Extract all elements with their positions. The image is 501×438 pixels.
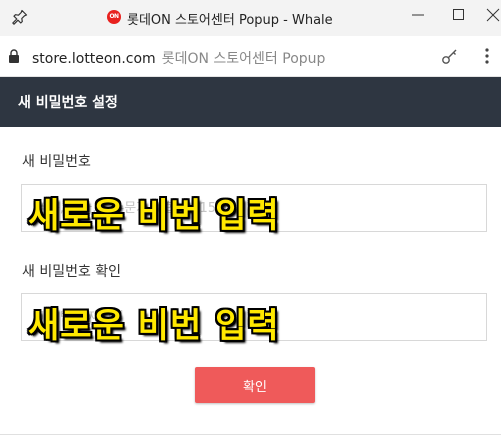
window-bottom-edge (0, 434, 501, 435)
close-icon[interactable] (482, 4, 501, 26)
maximize-icon[interactable] (448, 4, 470, 26)
new-password-label: 새 비밀번호 (22, 154, 91, 170)
confirm-password-input[interactable] (21, 293, 487, 341)
dialog-header: 새 비밀번호 설정 (0, 77, 501, 127)
new-password-input[interactable] (21, 184, 487, 232)
dialog-title: 새 비밀번호 설정 (18, 95, 118, 111)
url-domain: store.lotteon.com (32, 51, 156, 67)
address-bar: store.lotteon.com 롯데ON 스토어센터 Popup (0, 36, 501, 77)
lock-icon[interactable] (8, 49, 20, 63)
url-text[interactable]: store.lotteon.com 롯데ON 스토어센터 Popup (32, 48, 325, 68)
confirm-button[interactable]: 확인 (195, 367, 315, 403)
window-title: 롯데ON 스토어센터 Popup - Whale (127, 13, 333, 28)
minimize-icon[interactable] (407, 4, 429, 26)
favicon-icon: ON (107, 10, 121, 24)
window-titlebar: ON 롯데ON 스토어센터 Popup - Whale (0, 0, 501, 36)
key-icon[interactable] (441, 47, 459, 65)
more-icon[interactable] (480, 45, 494, 67)
confirm-password-label: 새 비밀번호 확인 (22, 264, 122, 280)
pin-icon[interactable] (12, 9, 28, 25)
url-page-title: 롯데ON 스토어센터 Popup (161, 51, 326, 67)
